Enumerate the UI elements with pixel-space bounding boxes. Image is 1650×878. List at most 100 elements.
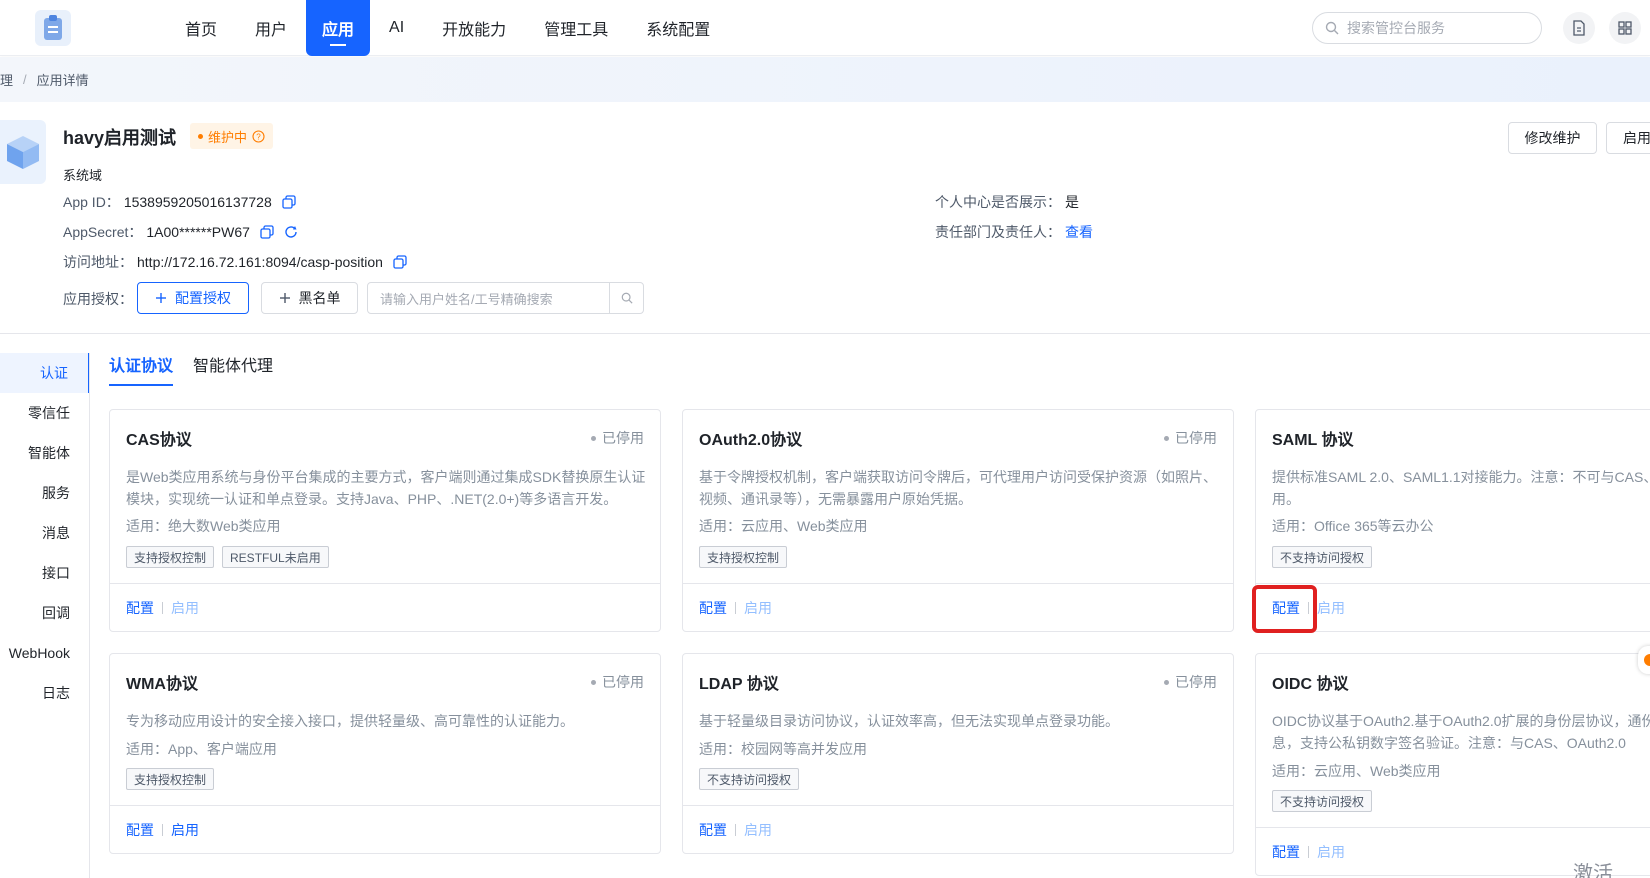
card-footer: 配置 启用 — [683, 805, 1233, 853]
card-enable-link[interactable]: 启用 — [744, 820, 772, 840]
card-scope: 适用：App、客户端应用 — [126, 741, 277, 757]
sidenav-interface[interactable]: 接口 — [0, 553, 90, 593]
copy-icon[interactable] — [282, 195, 296, 209]
document-icon — [1573, 20, 1585, 36]
card-tag: 支持授权控制 — [126, 546, 215, 568]
sidenav-zero-trust[interactable]: 零信任 — [0, 393, 90, 433]
card-config-link[interactable]: 配置 — [1272, 842, 1300, 862]
card-footer: 配置 启用 — [683, 583, 1233, 631]
doc-button[interactable] — [1563, 12, 1595, 44]
plus-icon — [279, 293, 290, 303]
sidenav-callback[interactable]: 回调 — [0, 593, 90, 633]
card-enable-link[interactable]: 启用 — [171, 598, 199, 618]
breadcrumb: 理 / 应用详情 — [0, 57, 1650, 102]
help-icon[interactable]: ? — [252, 129, 265, 143]
copy-icon[interactable] — [393, 255, 407, 269]
card-enable-link[interactable]: 启用 — [1317, 842, 1345, 862]
enable-app-button[interactable]: 启用 — [1606, 122, 1650, 154]
tab-auth-protocol[interactable]: 认证协议 — [109, 352, 174, 386]
protocol-card-oidc: OIDC 协议 OIDC协议基于OAuth2.基于OAuth2.0扩展的身份层协… — [1255, 653, 1650, 876]
console-search-input[interactable]: 搜索管控台服务 — [1312, 12, 1542, 44]
refresh-icon[interactable] — [284, 225, 298, 239]
configure-auth-button[interactable]: 配置授权 — [137, 282, 249, 314]
footer-divider — [162, 601, 163, 614]
search-placeholder: 搜索管控台服务 — [1347, 20, 1445, 36]
nav-users[interactable]: 用户 — [236, 0, 306, 56]
state-text: 已停用 — [1175, 674, 1217, 690]
show-label: 个人中心是否展示： — [935, 194, 1061, 210]
footer-divider — [1308, 845, 1309, 858]
section-divider — [0, 333, 1650, 334]
card-tags: 不支持访问授权 — [1272, 546, 1373, 568]
card-config-link[interactable]: 配置 — [699, 820, 727, 840]
state-text: 已停用 — [602, 430, 644, 446]
card-enable-link[interactable]: 启用 — [1317, 598, 1345, 618]
protocol-card-wma: WMA协议 已停用 专为移动应用设计的安全接入接口，提供轻量级、高可靠性的认证能… — [109, 653, 661, 854]
nav-apps[interactable]: 应用 — [306, 0, 371, 56]
access-url-row: 访问地址： http://172.16.72.161:8094/casp-pos… — [63, 252, 407, 272]
card-title: LDAP 协议 — [699, 676, 779, 693]
card-footer: 配置 启用 — [110, 805, 660, 853]
app-grid-button[interactable] — [1609, 12, 1641, 44]
footer-divider — [735, 823, 736, 836]
floating-helper-button[interactable] — [1638, 646, 1650, 674]
svg-text:?: ? — [256, 132, 261, 141]
sidenav-log[interactable]: 日志 — [0, 673, 90, 713]
card-description: 专为移动应用设计的安全接入接口，提供轻量级、高可靠性的认证能力。 — [126, 713, 574, 729]
card-title: WMA协议 — [126, 676, 198, 693]
grid-icon — [1618, 21, 1632, 35]
copy-icon[interactable] — [260, 225, 274, 239]
state-text: 已停用 — [602, 674, 644, 690]
user-search-input[interactable]: 请输入用户姓名/工号精确搜索 — [367, 282, 644, 314]
user-search-button[interactable] — [609, 283, 643, 313]
app-secret-row: AppSecret： 1A00******PW67 — [63, 222, 298, 242]
nav-home[interactable]: 首页 — [166, 0, 236, 56]
highlight-annotation — [1252, 585, 1317, 633]
card-state: 已停用 — [591, 428, 644, 448]
auth-label: 应用授权： — [63, 291, 133, 307]
card-footer: 配置 启用 — [110, 583, 660, 631]
status-badge: 维护中 ? — [190, 123, 274, 149]
sidenav-service[interactable]: 服务 — [0, 473, 90, 513]
card-tags: 支持授权控制 RESTFUL未启用 — [126, 546, 329, 568]
card-description: OIDC协议基于OAuth2.基于OAuth2.0扩展的身份层协议，通份信息，支… — [1272, 713, 1650, 751]
breadcrumb-parent[interactable]: 理 — [0, 70, 13, 89]
card-config-link[interactable]: 配置 — [126, 598, 154, 618]
card-title: SAML 协议 — [1272, 432, 1354, 449]
card-state: 已停用 — [1164, 428, 1217, 448]
app-name: havy启用测试 — [63, 128, 177, 148]
sidenav-webhook[interactable]: WebHook — [0, 633, 90, 673]
card-config-link[interactable]: 配置 — [126, 820, 154, 840]
secret-label: AppSecret： — [63, 224, 143, 240]
blacklist-button[interactable]: 黑名单 — [261, 282, 358, 314]
app-domain: 系统域 — [63, 168, 103, 183]
sidenav-auth[interactable]: 认证 — [0, 353, 90, 393]
nav-system-config[interactable]: 系统配置 — [627, 0, 729, 56]
protocol-tabs: 认证协议 智能体代理 — [109, 352, 273, 386]
app-logo[interactable] — [35, 10, 71, 46]
nav-admin-tools[interactable]: 管理工具 — [525, 0, 627, 56]
app-cube-icon — [0, 120, 46, 184]
sidenav-message[interactable]: 消息 — [0, 513, 90, 553]
card-tag: 不支持访问授权 — [699, 768, 800, 790]
nav-ai[interactable]: AI — [370, 0, 423, 56]
owner-view-link[interactable]: 查看 — [1065, 222, 1093, 242]
modify-maintenance-button[interactable]: 修改维护 — [1508, 122, 1597, 154]
card-enable-link[interactable]: 启用 — [171, 820, 199, 840]
cube-icon — [7, 136, 39, 169]
card-enable-link[interactable]: 启用 — [744, 598, 772, 618]
url-label: 访问地址： — [63, 254, 133, 270]
state-dot — [1164, 435, 1169, 441]
top-nav: 首页 用户 应用 AI 开放能力 管理工具 系统配置 搜索管控台服务 — [0, 0, 1650, 56]
card-state: 已停用 — [1164, 672, 1217, 692]
tab-agent-proxy[interactable]: 智能体代理 — [193, 352, 273, 386]
clipboard-icon — [44, 15, 62, 40]
card-description: 是Web类应用系统与身份平台集成的主要方式，客户端则通过集成SDK替换原生认证模… — [126, 469, 646, 507]
card-scope: 适用：云应用、Web类应用 — [1272, 763, 1441, 779]
card-tags: 不支持访问授权 — [699, 768, 800, 790]
card-config-link[interactable]: 配置 — [699, 598, 727, 618]
nav-open-capability[interactable]: 开放能力 — [423, 0, 525, 56]
breadcrumb-current: 应用详情 — [36, 73, 89, 88]
sidenav-agent[interactable]: 智能体 — [0, 433, 90, 473]
plus-icon — [156, 293, 166, 303]
